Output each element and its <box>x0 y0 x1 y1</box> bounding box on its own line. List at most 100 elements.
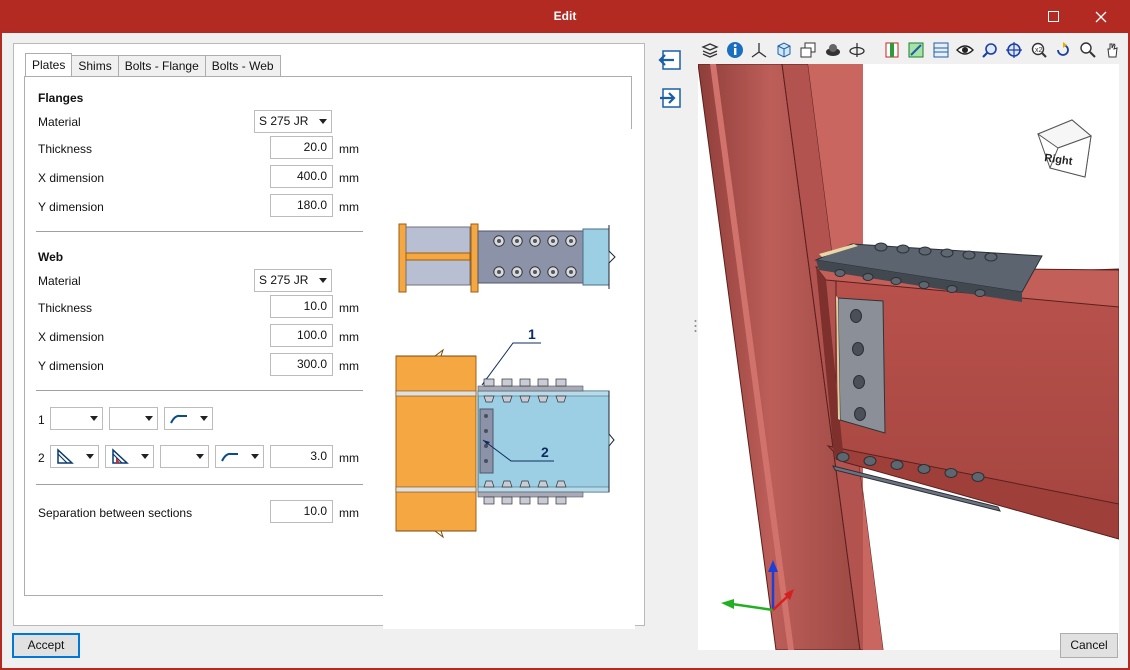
section-box-icon <box>885 42 899 58</box>
copy-button[interactable] <box>656 47 684 73</box>
bolt-center <box>497 239 501 243</box>
render-icon <box>825 44 840 56</box>
render-button[interactable] <box>821 39 846 61</box>
weld-1-side-select[interactable] <box>109 407 158 430</box>
flange-thickness-input[interactable]: 20.0 <box>270 136 333 159</box>
tab-plates[interactable]: Plates <box>25 53 73 76</box>
divider <box>36 231 363 232</box>
cancel-button[interactable]: Cancel <box>1060 633 1118 658</box>
bolt-head <box>974 289 986 297</box>
web-y-input[interactable]: 300.0 <box>270 353 333 376</box>
orbit-button[interactable] <box>845 39 870 61</box>
tab-bolts-flange[interactable]: Bolts - Flange <box>117 55 206 76</box>
steel-model-render: Right <box>698 64 1119 650</box>
callout-1: 1 <box>528 326 536 342</box>
maximize-button[interactable] <box>1030 0 1076 33</box>
section-plane-button[interactable] <box>904 39 929 61</box>
rotate-button[interactable] <box>1051 39 1076 61</box>
viewer-toolbar: x2 <box>698 38 1128 62</box>
weld-2-side-select[interactable] <box>105 445 154 468</box>
flange-x-input[interactable]: 400.0 <box>270 165 333 188</box>
weld-2-type-select[interactable] <box>50 445 99 468</box>
connection-preview: 1 2 <box>383 129 635 629</box>
import-arrow-icon <box>660 88 681 108</box>
weld-profile-icon <box>221 452 238 462</box>
bolt-head <box>940 248 954 258</box>
close-button[interactable] <box>1078 0 1124 33</box>
section-box-button[interactable] <box>880 39 905 61</box>
flange-y-unit: mm <box>339 200 359 214</box>
visibility-button[interactable] <box>953 39 978 61</box>
window-title: Edit <box>553 9 577 23</box>
axes-button[interactable] <box>747 39 772 61</box>
3d-viewport[interactable]: Right <box>698 64 1119 650</box>
flange-thickness-unit: mm <box>339 142 359 156</box>
zoom-previous-button[interactable] <box>978 39 1003 61</box>
web-bolt <box>484 414 488 418</box>
web-bolt <box>854 407 866 421</box>
flange-material-select[interactable]: S 275 JR <box>254 110 332 133</box>
separation-input[interactable]: 10.0 <box>270 500 333 523</box>
pan-hand-icon <box>1107 43 1118 58</box>
chevron-down-icon <box>90 416 98 421</box>
web-thickness-input[interactable]: 10.0 <box>270 295 333 318</box>
weld-row-1-label: 1 <box>38 413 45 427</box>
flange-material-value: S 275 JR <box>259 114 309 128</box>
info-button[interactable] <box>723 39 748 61</box>
cube-view-button[interactable] <box>772 39 797 61</box>
bolt-nut <box>501 378 513 387</box>
web-bolt <box>484 429 488 433</box>
bolt-head <box>555 480 567 488</box>
web-x-unit: mm <box>339 330 359 344</box>
weld-1-type-select[interactable] <box>50 407 103 430</box>
maximize-icon <box>1047 11 1059 22</box>
divider <box>36 390 363 391</box>
weld-2-size-unit: mm <box>339 451 359 465</box>
paste-button[interactable] <box>656 85 684 111</box>
dialog-body: Plates Shims Bolts - Flange Bolts - Web … <box>2 33 1128 668</box>
bolt-head <box>836 452 850 462</box>
accept-button[interactable]: Accept <box>12 633 80 658</box>
multi-view-button[interactable] <box>796 39 821 61</box>
flange-y-label: Y dimension <box>38 200 104 214</box>
layers-button[interactable] <box>698 39 723 61</box>
web-material-select[interactable]: S 275 JR <box>254 269 332 292</box>
weld-2-finish-select[interactable] <box>160 445 209 468</box>
tab-strip: Plates Shims Bolts - Flange Bolts - Web <box>25 53 281 76</box>
grid-button[interactable] <box>929 39 954 61</box>
weld-1-profile-select[interactable] <box>164 407 213 430</box>
web-thickness-label: Thickness <box>38 301 93 315</box>
cube-view-icon <box>777 42 791 58</box>
splitter-handle[interactable] <box>694 319 697 333</box>
web-bolt <box>852 342 864 356</box>
bolt-head <box>944 468 958 478</box>
section-plane-icon <box>908 42 924 58</box>
weld-2-profile-select[interactable] <box>215 445 264 468</box>
weld-2-size-input[interactable]: 3.0 <box>270 445 333 468</box>
zoom-button[interactable] <box>1076 39 1101 61</box>
bolt-nut <box>519 496 531 505</box>
bolt-center <box>551 270 555 274</box>
web-x-input[interactable]: 100.0 <box>270 324 333 347</box>
bolt-head <box>890 277 902 285</box>
tab-shims[interactable]: Shims <box>71 55 119 76</box>
multi-view-icon <box>800 42 816 58</box>
zoom-window-button[interactable]: x2 <box>1027 39 1052 61</box>
zoom-extents-button[interactable] <box>1002 39 1027 61</box>
bolt-head <box>483 480 495 488</box>
web-bolt <box>484 459 488 463</box>
web-material-value: S 275 JR <box>259 273 309 287</box>
zoom-previous-icon <box>981 43 997 58</box>
bolt-center <box>533 270 537 274</box>
grip-icon <box>694 320 697 332</box>
web-x-label: X dimension <box>38 330 105 344</box>
tab-bolts-web[interactable]: Bolts - Web <box>204 55 281 76</box>
bolt-head <box>519 480 531 488</box>
pan-button[interactable] <box>1100 39 1125 61</box>
flange-y-input[interactable]: 180.0 <box>270 194 333 217</box>
view-cube[interactable]: Right <box>1036 119 1092 178</box>
bolt-center <box>497 270 501 274</box>
bolt-nut <box>483 496 495 505</box>
svg-text:x2: x2 <box>1035 47 1043 54</box>
web-y-label: Y dimension <box>38 359 104 373</box>
